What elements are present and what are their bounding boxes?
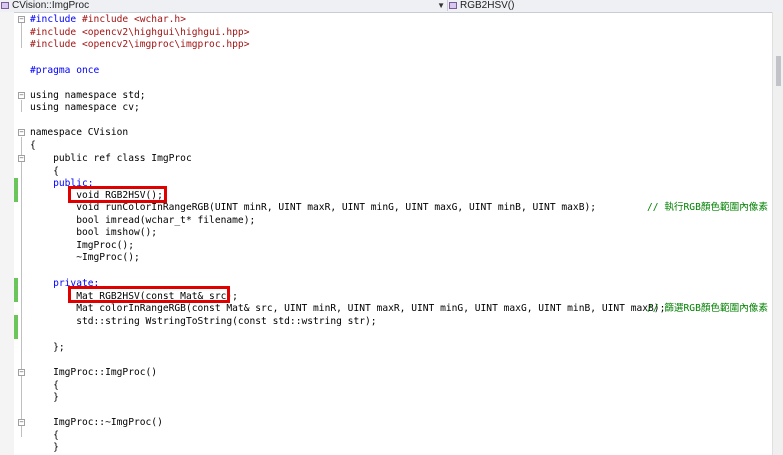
code-line: − namespace CVision (0, 127, 783, 139)
code-line: − ImgProc::ImgProc() (0, 367, 783, 379)
pragma-text: #pragma once (30, 65, 100, 76)
comment-text: // 篩選RGB顏色範圍內像素 (647, 303, 768, 314)
collapse-icon[interactable]: − (18, 369, 25, 376)
destructor-text: ~ImgProc(); (30, 252, 140, 263)
collapse-icon[interactable]: − (18, 16, 25, 23)
constructor-definition-text: ImgProc::ImgProc() (30, 367, 158, 378)
brace-text: { (30, 140, 36, 151)
code-line: bool imread(wchar_t* filename); (0, 215, 783, 227)
code-line: { (0, 166, 783, 178)
code-line: − public ref class ImgProc (0, 153, 783, 165)
class-scope-label: CVision::ImgProc (12, 0, 90, 11)
method-icon (449, 2, 457, 9)
brace-text: } (30, 392, 59, 403)
code-line: { (0, 380, 783, 392)
chevron-down-icon[interactable]: ▼ (437, 0, 445, 11)
namespace-text: namespace CVision (30, 127, 129, 138)
collapse-icon[interactable]: − (18, 419, 25, 426)
class-icon (1, 2, 9, 9)
code-line: − #include #include <wchar.h> (18, 14, 186, 25)
code-line: ~ImgProc(); (0, 252, 783, 264)
collapse-icon[interactable]: − (18, 155, 25, 162)
code-line: using namespace cv; (0, 102, 783, 114)
code-line: #pragma once (0, 65, 783, 77)
collapse-icon[interactable]: − (18, 129, 25, 136)
code-line: } (0, 442, 783, 454)
brace-text: }; (30, 342, 65, 353)
code-line: { (0, 430, 783, 442)
include-text: #include <wchar.h> (82, 14, 186, 25)
code-editor[interactable]: − #include #include <wchar.h> #include <… (0, 12, 783, 455)
code-line: void runColorInRangeRGB(UINT minR, UINT … (0, 202, 783, 214)
code-line: ImgProc(); (0, 240, 783, 252)
code-line: #include <opencv2\highgui\highgui.hpp> (0, 27, 783, 39)
highlight-box (68, 286, 230, 303)
constructor-text: ImgProc(); (30, 240, 134, 251)
method-declaration-text: Mat colorInRangeRGB(const Mat& src, UINT… (30, 303, 666, 314)
code-line: { (0, 140, 783, 152)
member-label: RGB2HSV() (460, 0, 515, 11)
code-line: − ImgProc::~ImgProc() (0, 417, 783, 429)
brace-text: { (30, 430, 59, 441)
comment-text: // 執行RGB顏色範圍內像素 (647, 202, 768, 213)
method-declaration-text: std::string WstringToString(const std::w… (30, 316, 377, 327)
brace-text: { (30, 166, 59, 177)
method-declaration-text: bool imshow(); (30, 227, 158, 238)
code-line: std::string WstringToString(const std::w… (0, 316, 783, 328)
brace-text: } (30, 442, 59, 453)
using-text: using namespace cv; (30, 102, 140, 113)
method-declaration-text: bool imread(wchar_t* filename); (30, 215, 256, 226)
class-scope-dropdown[interactable]: CVision::ImgProc ▼ (0, 0, 448, 11)
method-declaration-text: void runColorInRangeRGB(UINT minR, UINT … (30, 202, 597, 213)
code-line: − using namespace std; (0, 90, 783, 102)
collapse-icon[interactable]: − (18, 92, 25, 99)
include-text: #include <opencv2\imgproc\imgproc.hpp> (30, 39, 250, 50)
code-line: #include <opencv2\imgproc\imgproc.hpp> (0, 39, 783, 51)
brace-text: { (30, 380, 59, 391)
using-text: using namespace std; (30, 90, 146, 101)
class-declaration-text: public ref class ImgProc (30, 153, 192, 164)
code-line: Mat colorInRangeRGB(const Mat& src, UINT… (0, 303, 783, 315)
code-line: } (0, 392, 783, 404)
code-line: bool imshow(); (0, 227, 783, 239)
code-line: }; (0, 342, 783, 354)
destructor-definition-text: ImgProc::~ImgProc() (30, 417, 163, 428)
highlight-box (68, 186, 167, 203)
include-text: #include <opencv2\highgui\highgui.hpp> (30, 27, 250, 38)
member-dropdown[interactable]: RGB2HSV() (448, 0, 768, 11)
